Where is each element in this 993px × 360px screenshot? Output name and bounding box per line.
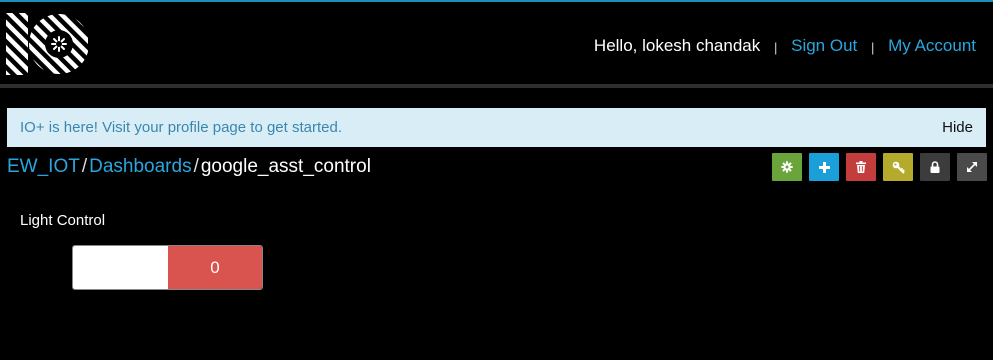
- toggle-off-segment[interactable]: [73, 246, 168, 289]
- nav-separator: |: [871, 40, 875, 55]
- hide-notice-button[interactable]: Hide: [942, 119, 973, 136]
- key-icon: [892, 161, 905, 174]
- fullscreen-button[interactable]: [957, 153, 987, 181]
- breadcrumb-root[interactable]: EW_IOT: [7, 156, 80, 177]
- lock-icon: [930, 161, 940, 173]
- breadcrumb-dashboards[interactable]: Dashboards: [89, 156, 191, 177]
- notice-message: IO+ is here! Visit your profile page to …: [20, 119, 342, 136]
- header-divider: [0, 84, 993, 88]
- info-notice: IO+ is here! Visit your profile page to …: [7, 108, 986, 147]
- user-greeting: Hello, lokesh chandak: [593, 36, 761, 55]
- expand-icon: [967, 162, 977, 172]
- settings-button[interactable]: [772, 153, 802, 181]
- gear-icon: [781, 161, 793, 173]
- user-nav: Hello, lokesh chandak | Sign Out | My Ac…: [594, 36, 976, 56]
- io-logo[interactable]: [6, 13, 88, 75]
- trash-icon: [856, 161, 866, 173]
- lock-button[interactable]: [920, 153, 950, 181]
- key-button[interactable]: [883, 153, 913, 181]
- add-block-button[interactable]: [809, 153, 839, 181]
- sign-out-link[interactable]: Sign Out: [791, 36, 857, 55]
- nav-separator: |: [773, 40, 778, 55]
- breadcrumb: EW_IOT / Dashboards / google_asst_control: [7, 156, 371, 178]
- widget-title: Light Control: [20, 212, 106, 229]
- breadcrumb-current: google_asst_control: [200, 156, 371, 177]
- my-account-link[interactable]: My Account: [888, 36, 976, 55]
- delete-button[interactable]: [846, 153, 876, 181]
- notice-prefix: IO+ is here! Visit: [20, 119, 135, 136]
- profile-page-link[interactable]: your profile page: [134, 119, 246, 136]
- notice-suffix: to get started.: [246, 119, 342, 136]
- header: Hello, lokesh chandak | Sign Out | My Ac…: [0, 2, 993, 84]
- toggle-value[interactable]: 0: [168, 246, 262, 289]
- breadcrumb-separator: /: [81, 156, 88, 177]
- plus-icon: [818, 161, 830, 173]
- breadcrumb-separator: /: [193, 156, 199, 177]
- dashboard-toolbar: [772, 153, 987, 181]
- light-toggle-switch[interactable]: 0: [72, 245, 263, 290]
